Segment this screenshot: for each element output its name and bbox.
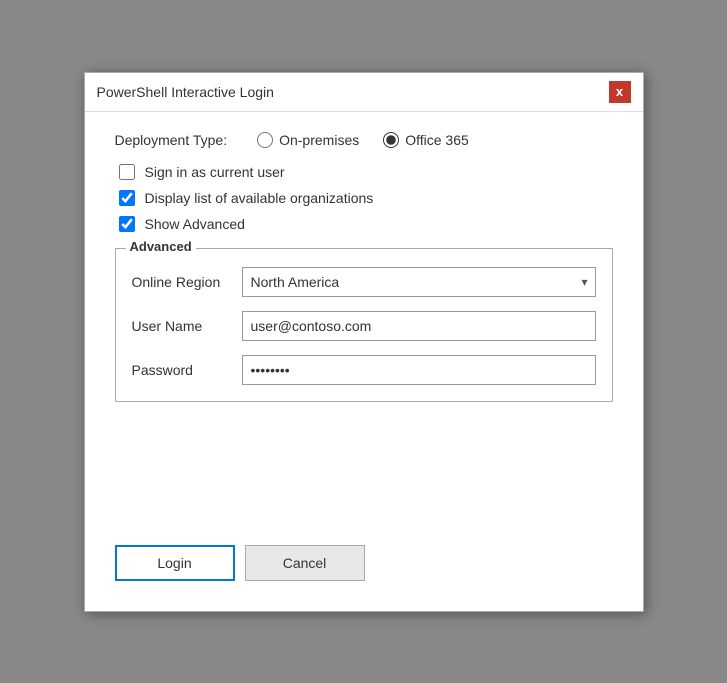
radio-office365[interactable]: Office 365 — [383, 132, 469, 148]
radio-office365-label[interactable]: Office 365 — [405, 132, 469, 148]
checkbox-show-advanced[interactable] — [119, 216, 135, 232]
advanced-legend: Advanced — [126, 239, 196, 254]
checkbox-display-orgs[interactable] — [119, 190, 135, 206]
online-region-select[interactable]: North America Europe Asia Pacific — [242, 267, 596, 297]
password-input[interactable] — [242, 355, 596, 385]
online-region-select-wrapper: North America Europe Asia Pacific ▾ — [242, 267, 596, 297]
button-row: Login Cancel — [115, 525, 613, 591]
deployment-label: Deployment Type: — [115, 132, 228, 148]
close-button[interactable]: x — [609, 81, 631, 103]
radio-on-premises-input[interactable] — [257, 132, 273, 148]
advanced-group: Advanced Online Region North America Eur… — [115, 248, 613, 402]
checkbox-show-advanced-label[interactable]: Show Advanced — [145, 216, 245, 232]
checkbox-display-orgs-row: Display list of available organizations — [115, 190, 613, 206]
username-input[interactable] — [242, 311, 596, 341]
radio-office365-input[interactable] — [383, 132, 399, 148]
title-bar: PowerShell Interactive Login x — [85, 73, 643, 112]
checkbox-sign-in-label[interactable]: Sign in as current user — [145, 164, 285, 180]
checkbox-sign-in-row: Sign in as current user — [115, 164, 613, 180]
username-label: User Name — [132, 318, 242, 334]
username-row: User Name — [132, 311, 596, 341]
password-label: Password — [132, 362, 242, 378]
dialog: PowerShell Interactive Login x Deploymen… — [84, 72, 644, 612]
deployment-row: Deployment Type: On-premises Office 365 — [115, 132, 613, 148]
cancel-button[interactable]: Cancel — [245, 545, 365, 581]
password-row: Password — [132, 355, 596, 385]
radio-on-premises-label[interactable]: On-premises — [279, 132, 359, 148]
checkbox-display-orgs-label[interactable]: Display list of available organizations — [145, 190, 374, 206]
login-button[interactable]: Login — [115, 545, 235, 581]
checkbox-sign-in-current[interactable] — [119, 164, 135, 180]
online-region-label: Online Region — [132, 274, 242, 290]
dialog-title: PowerShell Interactive Login — [97, 84, 274, 100]
radio-on-premises[interactable]: On-premises — [257, 132, 359, 148]
dialog-body: Deployment Type: On-premises Office 365 … — [85, 112, 643, 611]
online-region-row: Online Region North America Europe Asia … — [132, 267, 596, 297]
checkbox-show-advanced-row: Show Advanced — [115, 216, 613, 232]
radio-group: On-premises Office 365 — [257, 132, 469, 148]
